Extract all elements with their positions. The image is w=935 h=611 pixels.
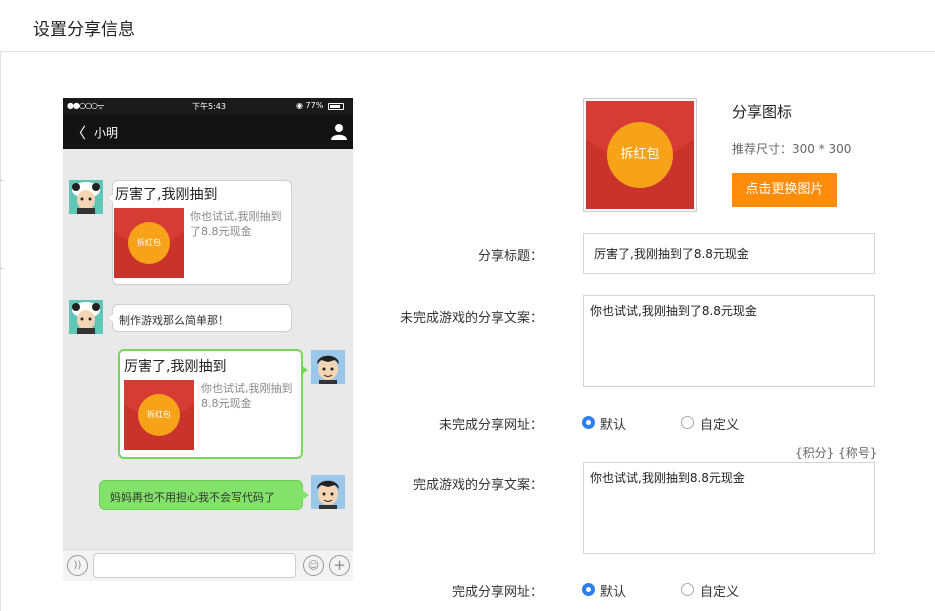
chat-text: 妈妈再也不用担心我不会写代码了: [110, 491, 275, 504]
page-title: 设置分享信息: [33, 20, 135, 40]
share-icon-size-hint: 推荐尺寸：300 * 300: [732, 142, 852, 156]
battery-percent: ◉ 77%: [296, 101, 324, 110]
side-divider: [0, 180, 3, 181]
finished-copy-textarea[interactable]: 你也试试,我刚抽到8.8元现金: [583, 462, 875, 554]
chat-nav-bar: 〈 小明: [63, 115, 353, 149]
redpack-image: 拆红包: [586, 101, 694, 209]
contact-name: 小明: [94, 126, 119, 140]
chat-input-field: [93, 553, 296, 578]
redpack-coin: 拆红包: [607, 122, 673, 188]
plus-icon: +: [329, 555, 350, 576]
chat-bubble-card: 厉害了,我刚抽到 拆红包 你也试试,我刚抽到了8.8元现金: [107, 180, 292, 285]
finished-url-label: 完成分享网址：: [451, 585, 543, 600]
unfinished-copy-label: 未完成游戏的分享文案：: [399, 311, 543, 326]
radio-label: 自定义: [700, 585, 740, 600]
share-title-input[interactable]: [583, 233, 875, 274]
status-time: 下午5:43: [192, 102, 226, 111]
finished-url-custom-radio[interactable]: [681, 583, 694, 596]
share-icon-title: 分享图标: [732, 103, 793, 121]
share-icon-preview: 拆红包: [583, 98, 697, 212]
card-desc: 你也试试,我刚抽到了8.8元现金: [190, 210, 282, 238]
card-title: 厉害了,我刚抽到: [115, 187, 218, 203]
card-title: 厉害了,我刚抽到: [124, 359, 227, 375]
chat-input-bar: )) ☺ +: [63, 549, 353, 581]
wifi-icon: ᯤ: [97, 102, 105, 111]
unfinished-url-label: 未完成分享网址：: [438, 418, 543, 433]
battery-icon: [328, 103, 344, 110]
redpack-thumbnail: 拆红包: [124, 380, 194, 450]
signal-icon: ●●○○○: [67, 101, 98, 110]
radio-label: 自定义: [700, 418, 740, 433]
chat-bubble-text: 妈妈再也不用担心我不会写代码了: [99, 480, 309, 510]
user-profile-icon: [331, 124, 347, 140]
redpack-coin: 拆红包: [128, 222, 170, 264]
redpack-thumbnail: 拆红包: [114, 208, 184, 278]
voice-icon: )): [67, 555, 88, 576]
emoji-icon: ☺: [303, 555, 324, 576]
redpack-coin: 拆红包: [138, 394, 180, 436]
unfinished-url-default-radio[interactable]: [582, 416, 595, 429]
card-desc: 你也试试,我刚抽到8.8元现金: [201, 382, 293, 410]
chat-bubble-card: 厉害了,我刚抽到 拆红包 你也试试,我刚抽到8.8元现金: [118, 349, 308, 459]
radio-label: 默认: [600, 418, 627, 433]
page-header: 设置分享信息: [0, 0, 935, 52]
variable-hint: {积分} {称号}: [795, 446, 878, 460]
avatar-panda: [69, 300, 103, 334]
unfinished-url-custom-radio[interactable]: [681, 416, 694, 429]
chat-text: 制作游戏那么简单那！: [119, 314, 229, 327]
side-divider: [0, 268, 3, 269]
change-image-button[interactable]: 点击更换图片: [732, 173, 837, 207]
avatar-boy: [311, 350, 345, 384]
phone-preview: ●●○○○ ᯤ 下午5:43 ◉ 77% 〈 小明 厉害了,我刚抽到 拆红包 你…: [63, 98, 353, 581]
finished-copy-label: 完成游戏的分享文案：: [412, 478, 543, 493]
finished-url-default-radio[interactable]: [582, 583, 595, 596]
radio-label: 默认: [600, 585, 627, 600]
chat-bubble-text: 制作游戏那么简单那！: [107, 304, 292, 332]
back-icon: 〈: [71, 124, 87, 142]
avatar-panda: [69, 180, 103, 214]
share-title-label: 分享标题：: [477, 249, 543, 264]
unfinished-copy-textarea[interactable]: 你也试试,我刚抽到了8.8元现金: [583, 295, 875, 387]
status-bar: ●●○○○ ᯤ 下午5:43 ◉ 77%: [63, 98, 353, 115]
